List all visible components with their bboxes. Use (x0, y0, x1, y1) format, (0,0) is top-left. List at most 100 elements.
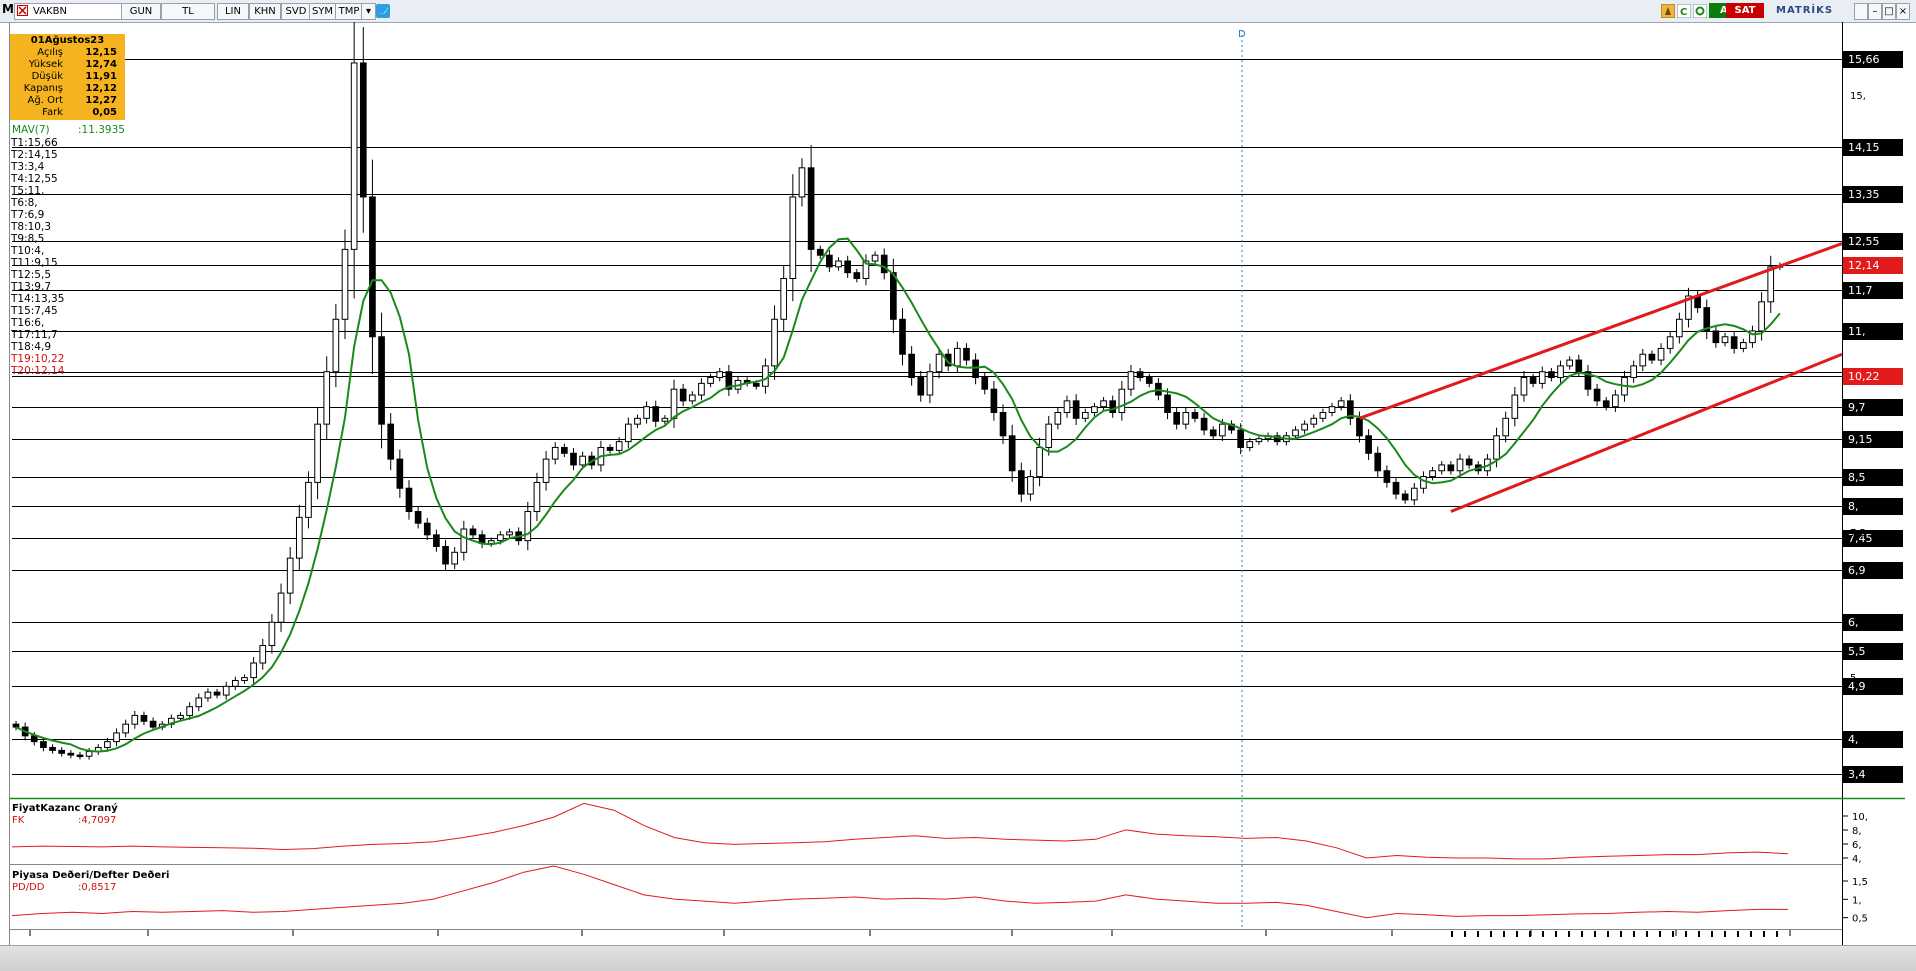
candle-body (414, 511, 422, 524)
candle-body (661, 417, 669, 422)
candle-body (85, 751, 93, 757)
indicator-tick-label: 6, (1852, 840, 1862, 851)
button-sym[interactable]: SYM (309, 3, 336, 20)
price-tag: 12,55 (1843, 232, 1903, 250)
window-restore-button[interactable] (1854, 3, 1868, 20)
snapshot-icon[interactable] (1692, 3, 1708, 19)
candle-body (798, 167, 806, 198)
chart-canvas[interactable]: D 10, 8, 6, 4, 1,5 1, 0,5 (0, 22, 1916, 945)
candle-body (1219, 423, 1226, 437)
twitter-icon[interactable] (376, 4, 390, 18)
candle-body (752, 382, 760, 387)
mav-line (15, 237, 1781, 753)
candle-body (1456, 458, 1464, 472)
price-tag: 8, (1843, 497, 1903, 515)
candle-body (76, 754, 84, 758)
window-minimize-button[interactable]: – (1868, 3, 1882, 20)
pb-line (11, 865, 1788, 919)
candle-body (1164, 394, 1171, 414)
candle-body (533, 481, 541, 513)
candle-body (1465, 458, 1473, 466)
period-button-gun[interactable]: GUN (121, 3, 161, 20)
candle-body (1237, 429, 1244, 448)
candle-body (716, 371, 724, 379)
status-bar (0, 945, 1916, 971)
candle-body (524, 511, 532, 542)
candle-body (1374, 452, 1382, 472)
ohlc-row-high: Yüksek 12,74 (10, 59, 125, 71)
candle-body (460, 528, 468, 553)
candle-body (698, 382, 705, 396)
window-close-button[interactable]: × (1896, 3, 1910, 20)
close-symbol-icon[interactable] (17, 5, 28, 16)
level-list-item: T16:6, (11, 317, 45, 329)
sell-button[interactable]: SAT (1726, 3, 1764, 18)
candle-body (305, 481, 312, 518)
time-axis (29, 930, 1791, 937)
button-svd[interactable]: SVD (281, 3, 311, 20)
symbol-text: VAKBN (33, 6, 67, 17)
button-khn[interactable]: KHN (249, 3, 281, 20)
candle-body (935, 353, 943, 373)
pe-line (11, 802, 1789, 860)
candle-body (1666, 336, 1674, 349)
candle-body (341, 248, 349, 320)
level-list-item: T4:12,55 (11, 173, 58, 185)
candle-body (1657, 347, 1665, 361)
alarm-icon[interactable] (1660, 3, 1676, 19)
ohlc-label: Fark (42, 107, 63, 118)
candle-body (177, 714, 184, 719)
candle-body (816, 248, 824, 256)
price-tag: 9,7 (1843, 398, 1903, 416)
scale-button-lin[interactable]: LIN (217, 3, 249, 20)
candle-body (1173, 412, 1181, 425)
ohlc-row-wavg: Ağ. Ort 12,27 (10, 95, 125, 107)
candle-body (1365, 435, 1372, 454)
candle-body (277, 592, 285, 623)
template-dropdown-icon[interactable]: ▾ (361, 3, 376, 20)
candle-body (186, 706, 193, 716)
candle-body (1310, 417, 1318, 425)
candle-body (1538, 371, 1546, 384)
price-tag: 11, (1843, 322, 1903, 340)
currency-button-tl[interactable]: TL (161, 3, 215, 20)
candle-body (387, 423, 395, 460)
level-list-item: T19:10,22 (11, 353, 65, 365)
level-list-item: T3:3,4 (11, 161, 45, 173)
template-button-tmp[interactable]: TMP (335, 3, 363, 20)
candle-body (396, 458, 404, 489)
candle-body (835, 260, 842, 268)
candle-body (442, 545, 449, 565)
ohlc-row-change: Fark 0,05 (10, 107, 125, 119)
pb-value: :0,8517 (78, 882, 117, 893)
candle-body (1767, 266, 1775, 303)
candle-body (1100, 400, 1107, 408)
candle-body (981, 377, 989, 390)
candle-body (826, 254, 833, 268)
pb-title: Piyasa Deðeri/Defter Deðeri (12, 870, 170, 881)
candle-body (652, 406, 660, 422)
ohlc-value: 0,05 (92, 107, 117, 118)
candle-body (250, 662, 257, 679)
candle-body (1356, 417, 1363, 437)
refresh-icon[interactable]: C (1676, 3, 1692, 19)
ohlc-info-box: 01Ağustos23 Açılış 12,15 Yüksek 12,74 Düşü… (10, 34, 125, 120)
candle-body (204, 691, 212, 699)
candle-body (497, 534, 504, 542)
ohlc-value: 12,12 (85, 83, 117, 94)
candle-body (1045, 423, 1053, 448)
symbol-box[interactable]: VAKBN (14, 3, 137, 20)
candle-body (1081, 412, 1089, 419)
candle-body (113, 732, 120, 743)
ohlc-label: Ağ. Ort (27, 95, 63, 106)
price-axis-tick-label: 7,5 (1850, 527, 1866, 539)
window-maximize-button[interactable]: □ (1882, 3, 1896, 20)
candle-body (1383, 470, 1391, 483)
candle-body (1557, 365, 1564, 379)
candle-body (853, 272, 861, 280)
level-list-item: T15:7,45 (11, 305, 58, 317)
window-menu-icon[interactable]: M (2, 2, 14, 17)
candle-body (359, 62, 367, 198)
price-axis-tick-label: 5, (1850, 673, 1860, 685)
candle-body (1182, 412, 1190, 425)
